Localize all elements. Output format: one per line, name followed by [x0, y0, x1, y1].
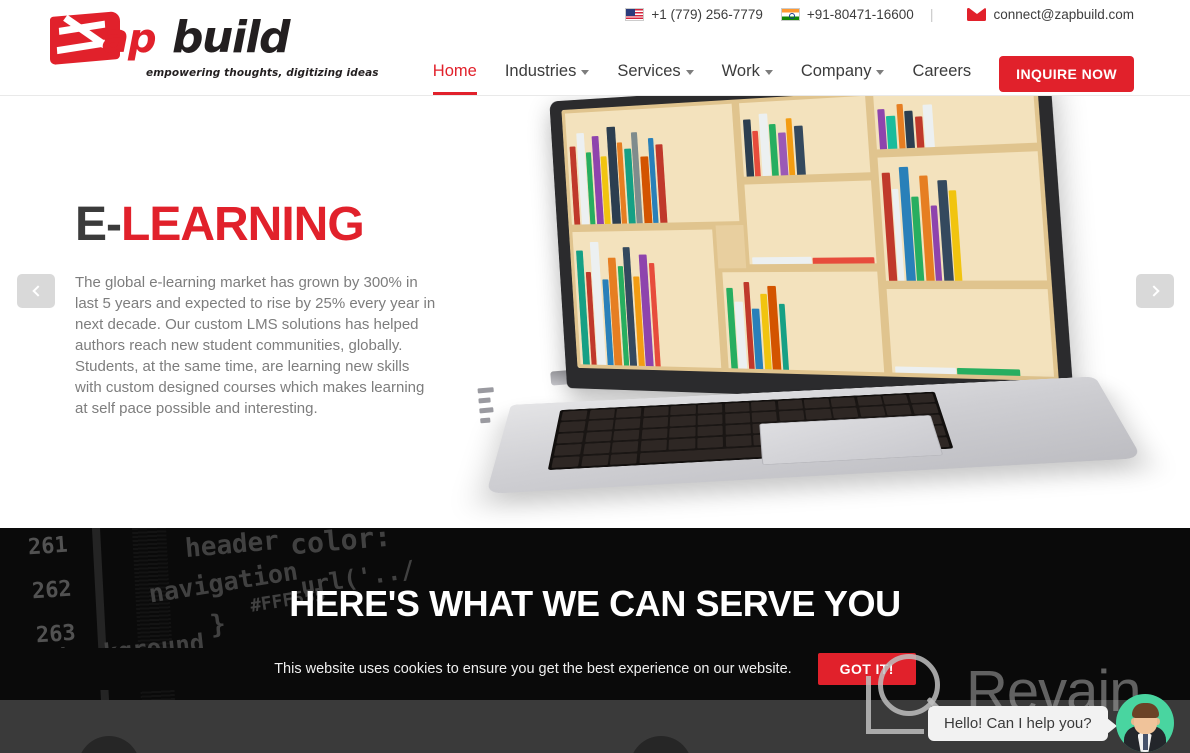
- inquire-now-button[interactable]: INQUIRE NOW: [999, 55, 1134, 92]
- flag-us-icon: [625, 7, 645, 21]
- shelf-cell: [873, 146, 1052, 285]
- code-fragment: header: [183, 528, 281, 565]
- laptop-bookshelf-image: [470, 96, 1190, 528]
- chevron-down-icon: [764, 70, 773, 75]
- hero-title-prefix: E-: [75, 198, 122, 251]
- cookie-accept-button[interactable]: GOT IT!: [817, 653, 916, 685]
- contact-separator: |: [929, 6, 934, 22]
- phone-us[interactable]: +1 (779) 256-7779: [625, 6, 763, 22]
- support-agent-avatar[interactable]: [1115, 694, 1174, 752]
- flag-india-icon: [780, 7, 800, 21]
- service-circle-icon: [78, 736, 140, 753]
- nav-label-company: Company: [800, 62, 872, 80]
- hero-title-highlight: LEARNING: [121, 198, 365, 251]
- logo-mark: ap build: [50, 10, 290, 66]
- hero-paragraph: The global e-learning market has grown b…: [75, 274, 436, 418]
- code-gutter-number: 261: [27, 532, 69, 561]
- main-navigation: Home Industries Services Work Company Ca…: [419, 52, 1134, 95]
- page-title: E-LEARNING: [75, 198, 475, 251]
- laptop-ports: [477, 384, 537, 449]
- nav-label-home: Home: [432, 62, 477, 80]
- email-text: connect@zapbuild.com: [993, 6, 1134, 22]
- shelf-cell: [868, 96, 1042, 154]
- logo-text-red: ap: [102, 16, 157, 62]
- chevron-down-icon: [876, 70, 885, 75]
- service-item-usability-design[interactable]: Usability Design: [630, 736, 834, 753]
- carousel-next-button[interactable]: [1136, 274, 1174, 308]
- nav-item-careers[interactable]: Careers: [898, 52, 985, 95]
- site-header: ap build empowering thoughts, digitizing…: [0, 0, 1190, 96]
- contact-bar: +1 (779) 256-7779 +91-80471-16600 | conn…: [625, 6, 1134, 22]
- phone-us-text: +1 (779) 256-7779: [651, 6, 763, 22]
- logo-z-diagonal: [63, 14, 107, 49]
- nav-item-company[interactable]: Company: [787, 52, 899, 95]
- laptop-screen: [561, 96, 1059, 382]
- section-heading: HERE'S WHAT WE CAN SERVE YOU: [289, 583, 901, 624]
- logo-tagline: empowering thoughts, digitizing ideas: [146, 67, 379, 79]
- shelf-cell: [561, 99, 743, 229]
- logo-text-dark: build: [172, 12, 290, 63]
- service-item-web-development[interactable]: Website and Software Development: [78, 736, 431, 753]
- nav-label-services: Services: [617, 62, 681, 80]
- page-root: ap build empowering thoughts, digitizing…: [0, 0, 1190, 753]
- nav-item-industries[interactable]: Industries: [491, 52, 604, 95]
- phone-india-text: +91-80471-16600: [806, 6, 914, 22]
- shelf-cell: [740, 176, 881, 269]
- nav-label-careers: Careers: [912, 62, 972, 80]
- site-logo[interactable]: ap build empowering thoughts, digitizing…: [50, 10, 379, 86]
- phone-india[interactable]: +91-80471-16600: [780, 6, 914, 22]
- laptop-lid: [549, 96, 1075, 406]
- nav-item-work[interactable]: Work: [708, 52, 787, 95]
- nav-label-industries: Industries: [504, 62, 577, 80]
- shelf-cell: [882, 284, 1059, 382]
- chat-message-bubble[interactable]: Hello! Can I help you?: [928, 705, 1117, 741]
- nav-label-work: Work: [721, 62, 760, 80]
- nav-item-home[interactable]: Home: [419, 52, 491, 95]
- hero-carousel-slide: E-LEARNING The global e-learning market …: [0, 96, 1190, 528]
- shelf-cell: [718, 267, 889, 377]
- chevron-down-icon: [685, 70, 694, 75]
- laptop-trackpad: [759, 415, 944, 466]
- service-circle-icon: [630, 736, 692, 753]
- carousel-prev-button[interactable]: [17, 274, 55, 308]
- chevron-down-icon: [581, 70, 590, 75]
- chevron-left-icon: [31, 285, 44, 297]
- cookie-message: This website uses cookies to ensure you …: [274, 661, 792, 677]
- laptop-base: [486, 376, 1143, 494]
- envelope-icon: [967, 7, 987, 21]
- shelf-cell: [568, 225, 726, 372]
- nav-item-services[interactable]: Services: [603, 52, 707, 95]
- shelf-cell: [734, 96, 875, 182]
- chat-widget[interactable]: Hello! Can I help you?: [928, 694, 1174, 752]
- email-link[interactable]: connect@zapbuild.com: [967, 7, 1134, 22]
- cookie-consent-banner: This website uses cookies to ensure you …: [0, 648, 1190, 690]
- chevron-right-icon: [1147, 285, 1160, 297]
- code-fragment: color:: [288, 528, 393, 562]
- hero-text-block: E-LEARNING The global e-learning market …: [75, 198, 475, 419]
